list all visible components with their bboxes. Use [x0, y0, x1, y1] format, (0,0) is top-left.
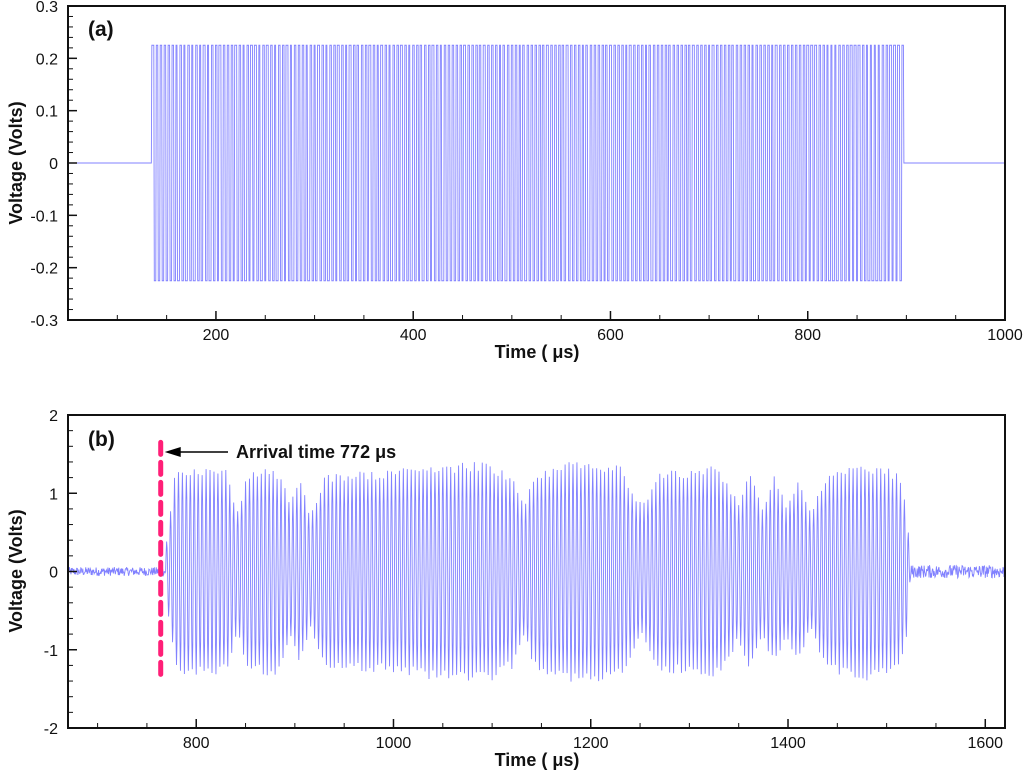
- y-axis-title-b: Voltage (Volts): [6, 509, 26, 632]
- y-tick-label: -0.3: [30, 313, 58, 330]
- x-axis-title-b: Time ( μs): [495, 750, 580, 770]
- x-tick-label: 1400: [770, 735, 806, 752]
- y-axis-title-a: Voltage (Volts): [6, 101, 26, 224]
- y-tick-label: 0.2: [36, 51, 58, 68]
- y-tick-label: -1: [44, 643, 58, 660]
- x-tick-label: 400: [400, 327, 427, 344]
- y-tick-label: 1: [49, 486, 58, 503]
- y-tick-label: 0.3: [36, 0, 58, 16]
- panel-b: (b) Time ( μs) Voltage (Volts) Arrival t…: [6, 408, 1006, 770]
- x-tick-label: 200: [203, 327, 230, 344]
- y-tick-label: 2: [49, 408, 58, 425]
- x-tick-label: 1200: [573, 735, 609, 752]
- y-tick-label: -0.2: [30, 261, 58, 278]
- panel-a: (a) Time ( μs) Voltage (Volts) -0.3 -0.2 -…: [6, 0, 1023, 362]
- x-axis-title-a: Time ( μs): [495, 342, 580, 362]
- y-tick-label: 0.1: [36, 104, 58, 121]
- panel-label-a: (a): [88, 18, 114, 41]
- y-tick-label: -0.1: [30, 208, 58, 225]
- panel-label-b: (b): [88, 428, 115, 451]
- series-line-received: [67, 462, 1006, 682]
- arrow-head-icon: [164, 447, 181, 457]
- y-tick-label: 0: [49, 565, 58, 582]
- x-tick-label: 1000: [376, 735, 412, 752]
- x-tick-label: 1000: [987, 327, 1023, 344]
- y-tick-label: -2: [44, 721, 58, 738]
- x-tick-label: 800: [794, 327, 821, 344]
- arrival-time-annotation: Arrival time 772 μs: [236, 442, 396, 462]
- x-tick-label: 600: [597, 327, 624, 344]
- y-tick-label: 0: [49, 156, 58, 173]
- x-tick-label: 800: [183, 735, 210, 752]
- series-line-excitation: [68, 44, 1005, 282]
- figure: (a) Time ( μs) Voltage (Volts) -0.3 -0.2 -…: [6, 0, 1023, 770]
- x-tick-label: 1600: [967, 735, 1003, 752]
